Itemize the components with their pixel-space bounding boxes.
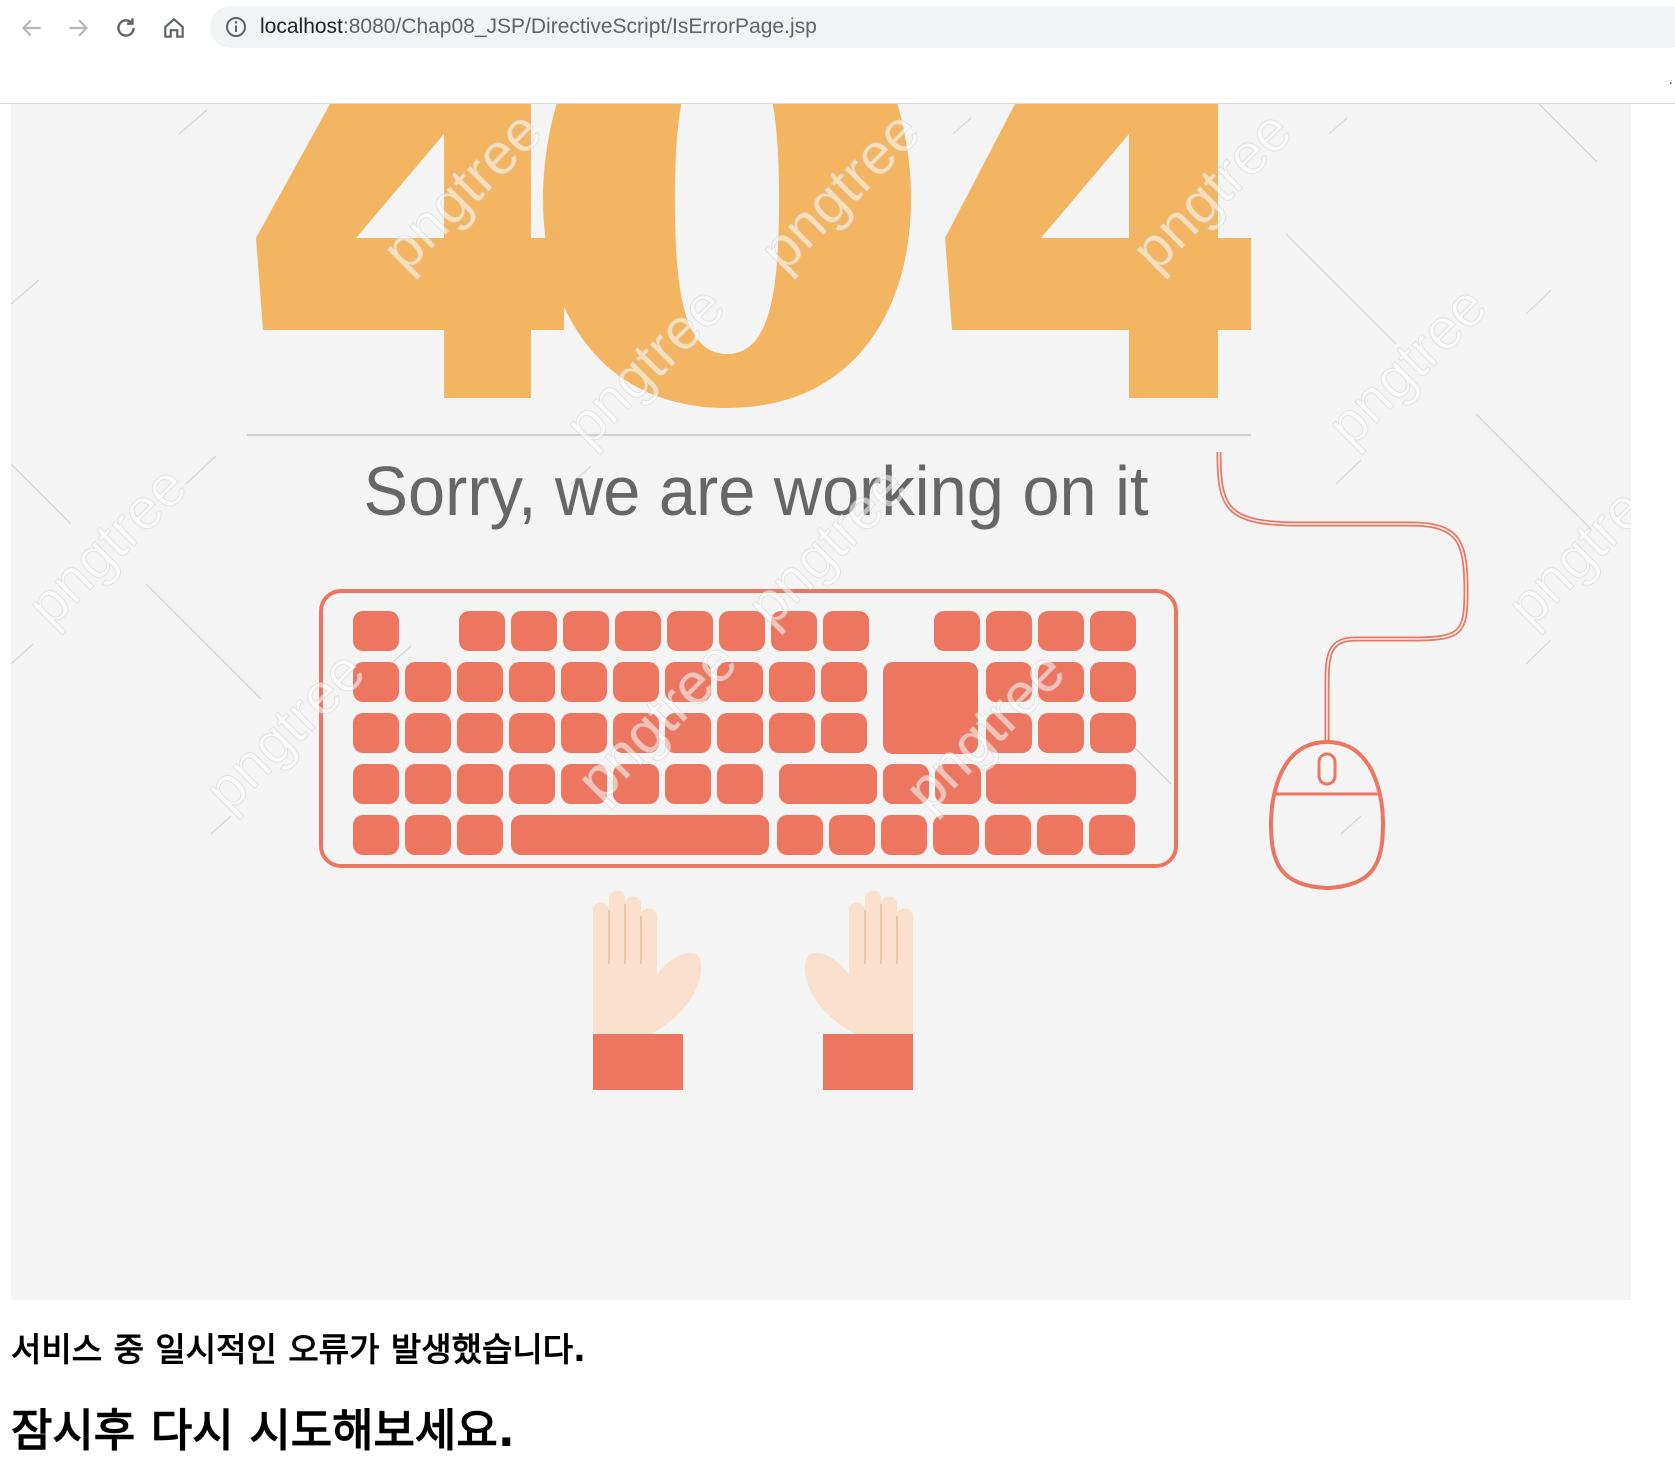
keyboard-key bbox=[353, 713, 399, 753]
right-hand-sleeve bbox=[823, 1034, 913, 1090]
back-arrow-icon bbox=[21, 19, 41, 37]
bookmark-bar: · bbox=[0, 56, 1675, 104]
forward-arrow-icon bbox=[69, 19, 89, 37]
keyboard-key bbox=[881, 815, 927, 855]
keyboard-key bbox=[353, 764, 399, 804]
keyboard-key bbox=[665, 764, 711, 804]
keyboard-key bbox=[1038, 611, 1084, 651]
keyboard-key bbox=[405, 662, 451, 702]
keyboard-key bbox=[509, 713, 555, 753]
keyboard-key bbox=[777, 815, 823, 855]
keyboard-key bbox=[829, 815, 875, 855]
keyboard-key bbox=[509, 662, 555, 702]
keyboard-spacebar bbox=[511, 815, 769, 855]
sorry-caption: Sorry, we are working on it bbox=[364, 452, 1149, 530]
keyboard-key bbox=[457, 713, 503, 753]
url-path: :8080/Chap08_JSP/DirectiveScript/IsError… bbox=[342, 15, 817, 38]
keyboard-key bbox=[353, 815, 399, 855]
keyboard-key bbox=[1089, 815, 1135, 855]
url-text[interactable]: localhost:8080/Chap08_JSP/DirectiveScrip… bbox=[260, 6, 817, 48]
keyboard-key bbox=[823, 611, 869, 651]
keyboard-key bbox=[457, 764, 503, 804]
keyboard-key bbox=[1090, 713, 1136, 753]
keyboard-key bbox=[717, 764, 763, 804]
keyboard-key bbox=[717, 713, 763, 753]
keyboard-key bbox=[405, 764, 451, 804]
back-button[interactable] bbox=[12, 8, 52, 48]
keyboard-key bbox=[457, 815, 503, 855]
keyboard-key bbox=[821, 662, 867, 702]
home-button[interactable] bbox=[154, 8, 194, 48]
keyboard-key bbox=[1090, 662, 1136, 702]
keyboard-key bbox=[459, 611, 505, 651]
keyboard-key bbox=[405, 815, 451, 855]
bookmark-bar-overflow-mark[interactable]: · bbox=[1669, 76, 1673, 92]
error-404-image: Sorry, we are working on it pngtree pngt… bbox=[11, 104, 1631, 1300]
keyboard-key bbox=[769, 713, 815, 753]
forward-button[interactable] bbox=[58, 8, 98, 48]
keyboard-key bbox=[457, 662, 503, 702]
keyboard-key bbox=[563, 611, 609, 651]
page-content: Sorry, we are working on it pngtree pngt… bbox=[0, 104, 1675, 1466]
reload-icon bbox=[117, 18, 135, 37]
error-message-line1: 서비스 중 일시적인 오류가 발생했습니다. bbox=[11, 1330, 586, 1369]
keyboard-key bbox=[615, 611, 661, 651]
home-icon bbox=[164, 17, 184, 38]
reload-button[interactable] bbox=[106, 8, 146, 48]
browser-toolbar: localhost:8080/Chap08_JSP/DirectiveScrip… bbox=[0, 0, 1675, 56]
keyboard-key bbox=[405, 713, 451, 753]
keyboard-key bbox=[1037, 815, 1083, 855]
address-bar[interactable]: localhost:8080/Chap08_JSP/DirectiveScrip… bbox=[210, 6, 1675, 48]
url-host: localhost bbox=[260, 15, 343, 38]
keyboard-key bbox=[986, 764, 1136, 804]
error-message-line2: 잠시후 다시 시도해보세요. bbox=[11, 1404, 515, 1457]
keyboard-key bbox=[985, 815, 1031, 855]
left-hand-sleeve bbox=[593, 1034, 683, 1090]
keyboard-key bbox=[821, 713, 867, 753]
keyboard-key bbox=[511, 611, 557, 651]
keyboard-key bbox=[934, 611, 980, 651]
keyboard-key bbox=[1090, 611, 1136, 651]
keyboard-key bbox=[509, 764, 555, 804]
site-info-icon[interactable] bbox=[224, 15, 248, 39]
keyboard-key bbox=[561, 662, 607, 702]
keyboard-key bbox=[353, 611, 399, 651]
keyboard-key bbox=[769, 662, 815, 702]
keyboard-key bbox=[1038, 713, 1084, 753]
keyboard-key bbox=[779, 764, 877, 804]
